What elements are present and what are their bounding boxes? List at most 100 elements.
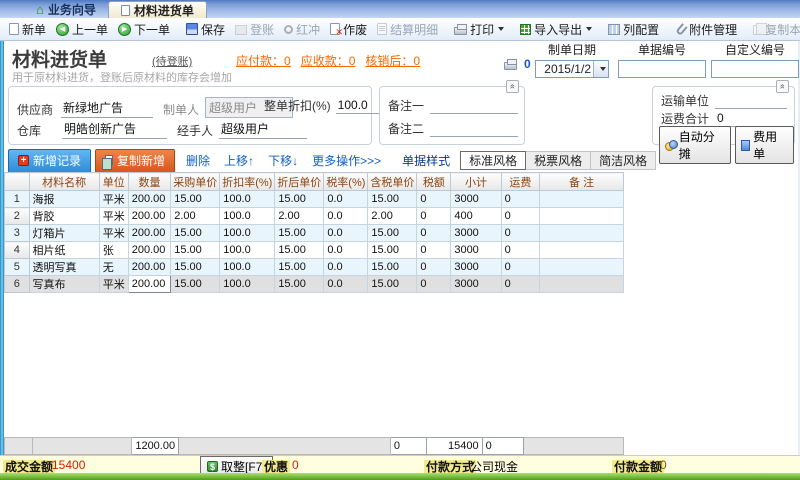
toolbar-prev-button[interactable]: 上一单 — [51, 20, 113, 39]
cell-unit[interactable]: 平米 — [99, 208, 128, 225]
toolbar-column-config-button[interactable]: 列配置 — [603, 20, 664, 39]
cell-tax-price[interactable]: 15.00 — [368, 225, 417, 242]
pay-amount-value[interactable]: 0 — [660, 458, 667, 472]
toolbar-new-button[interactable]: 新单 — [4, 20, 51, 39]
freight-total-value[interactable]: 0 — [715, 111, 787, 127]
table-row[interactable]: 6写真布平米200.0015.00100.015.000.015.0003000… — [5, 276, 624, 293]
cell-tax-price[interactable]: 2.00 — [368, 208, 417, 225]
action-link-move-down[interactable]: 下移↓ — [268, 154, 298, 168]
column-header-discount-rate[interactable]: 折扣率(%) — [220, 173, 275, 191]
cell-qty[interactable]: 200.00 — [128, 242, 170, 259]
action-link-move-up[interactable]: 上移↑ — [224, 154, 254, 168]
table-row[interactable]: 1海报平米200.0015.00100.015.000.015.00030000 — [5, 191, 624, 208]
date-dropdown-button[interactable] — [593, 61, 608, 77]
tab-business-wizard[interactable]: ⌂ 业务向导 — [24, 1, 108, 18]
cell-subtotal[interactable]: 3000 — [451, 225, 501, 242]
chevron-down-icon[interactable] — [498, 27, 504, 31]
cell-discount-rate[interactable]: 100.0 — [220, 208, 275, 225]
cell-remark[interactable] — [540, 225, 624, 242]
column-header-remark[interactable]: 备 注 — [540, 173, 624, 191]
toolbar-print-button[interactable]: 打印 — [449, 20, 509, 39]
cell-price[interactable]: 15.00 — [171, 276, 220, 293]
action-link-delete[interactable]: 删除 — [186, 154, 210, 168]
cell-unit[interactable]: 平米 — [99, 225, 128, 242]
cell-name[interactable]: 写真布 — [29, 276, 99, 293]
cell-qty[interactable]: 200.00 — [128, 225, 170, 242]
table-row[interactable]: 5透明写真无200.0015.00100.015.000.015.0003000… — [5, 259, 624, 276]
toolbar-void-button[interactable]: 作废 — [325, 20, 372, 39]
column-header-tax-rate[interactable]: 税率(%) — [324, 173, 368, 191]
cell-tax[interactable]: 0 — [417, 225, 451, 242]
add-record-button[interactable]: + 新增记录 — [8, 149, 91, 173]
supplier-value[interactable]: 新绿地广告 — [61, 99, 153, 118]
cell-remark[interactable] — [540, 276, 624, 293]
column-header-tax[interactable]: 税额 — [417, 173, 451, 191]
cell-discounted-price[interactable]: 15.00 — [275, 242, 324, 259]
cell-tax-price[interactable]: 15.00 — [368, 276, 417, 293]
cell-name[interactable]: 海报 — [29, 191, 99, 208]
cell-discount-rate[interactable]: 100.0 — [220, 191, 275, 208]
cell-tax-rate[interactable]: 0.0 — [324, 191, 368, 208]
warehouse-value[interactable]: 明皓创新广告 — [62, 120, 167, 139]
cell-subtotal[interactable]: 3000 — [451, 259, 501, 276]
style-button-tax[interactable]: 税票风格 — [526, 151, 591, 170]
cell-subtotal[interactable]: 400 — [451, 208, 501, 225]
cell-freight[interactable]: 0 — [501, 259, 540, 276]
cell-qty[interactable]: 200.00 — [128, 208, 170, 225]
cell-tax[interactable]: 0 — [417, 208, 451, 225]
toolbar-save-button[interactable]: 保存 — [181, 20, 230, 39]
remark1-value[interactable] — [430, 112, 518, 114]
cell-remark[interactable] — [540, 242, 624, 259]
cell-subtotal[interactable]: 3000 — [451, 242, 501, 259]
cell-remark[interactable] — [540, 259, 624, 276]
copy-add-button[interactable]: 复制新增 — [95, 149, 175, 173]
cell-qty[interactable]: 200.00 — [128, 259, 170, 276]
cell-price[interactable]: 15.00 — [171, 259, 220, 276]
cell-tax-rate[interactable]: 0.0 — [324, 242, 368, 259]
cell-name[interactable]: 背胶 — [29, 208, 99, 225]
cell-tax[interactable]: 0 — [417, 276, 451, 293]
cell-discounted-price[interactable]: 15.00 — [275, 259, 324, 276]
cell-discount-rate[interactable]: 100.0 — [220, 259, 275, 276]
action-link-more-operations[interactable]: 更多操作>>> — [312, 154, 381, 168]
cell-name[interactable]: 相片纸 — [29, 242, 99, 259]
cell-discounted-price[interactable]: 15.00 — [275, 225, 324, 242]
cell-tax-rate[interactable]: 0.0 — [324, 225, 368, 242]
column-header-price[interactable]: 采购单价 — [171, 173, 220, 191]
handler-value[interactable]: 超级用户 — [219, 120, 307, 139]
whole-discount-value[interactable]: 100.0 — [336, 98, 384, 114]
toolbar-next-button[interactable]: 下一单 — [113, 20, 175, 39]
cell-freight[interactable]: 0 — [501, 276, 540, 293]
cell-tax[interactable]: 0 — [417, 191, 451, 208]
cell-tax-rate[interactable]: 0.0 — [324, 276, 368, 293]
cell-remark[interactable] — [540, 208, 624, 225]
cell-discount-rate[interactable]: 100.0 — [220, 225, 275, 242]
cell-discounted-price[interactable]: 15.00 — [275, 191, 324, 208]
column-header-discounted-price[interactable]: 折后单价 — [275, 173, 324, 191]
column-header-subtotal[interactable]: 小计 — [451, 173, 501, 191]
table-row[interactable]: 2背胶平米200.002.00100.02.000.02.0004000 — [5, 208, 624, 225]
cell-price[interactable]: 15.00 — [171, 191, 220, 208]
cell-tax[interactable]: 0 — [417, 242, 451, 259]
table-row[interactable]: 3灯箱片平米200.0015.00100.015.000.015.0003000… — [5, 225, 624, 242]
chevron-down-icon[interactable] — [586, 27, 592, 31]
cell-subtotal[interactable]: 3000 — [451, 191, 501, 208]
cell-unit[interactable]: 平米 — [99, 276, 128, 293]
link-payable[interactable]: 应付款：0 — [236, 54, 291, 68]
transport-unit-value[interactable] — [715, 107, 787, 109]
style-button-standard[interactable]: 标准风格 — [460, 151, 526, 170]
cell-price[interactable]: 15.00 — [171, 242, 220, 259]
column-header-name[interactable]: 材料名称 — [29, 173, 99, 191]
cell-tax[interactable]: 0 — [417, 259, 451, 276]
cell-tax-price[interactable]: 15.00 — [368, 242, 417, 259]
status-tag[interactable]: (待登账) — [152, 53, 192, 69]
link-receivable[interactable]: 应收款：0 — [301, 54, 356, 68]
column-header-unit[interactable]: 单位 — [99, 173, 128, 191]
column-header-qty[interactable]: 数量 — [128, 173, 170, 191]
cell-unit[interactable]: 张 — [99, 242, 128, 259]
collapse-remarks-button[interactable]: « — [506, 80, 519, 93]
tab-material-purchase[interactable]: 材料进货单 — [108, 1, 207, 18]
cell-freight[interactable]: 0 — [501, 225, 540, 242]
cell-price[interactable]: 2.00 — [171, 208, 220, 225]
cell-discount-rate[interactable]: 100.0 — [220, 242, 275, 259]
